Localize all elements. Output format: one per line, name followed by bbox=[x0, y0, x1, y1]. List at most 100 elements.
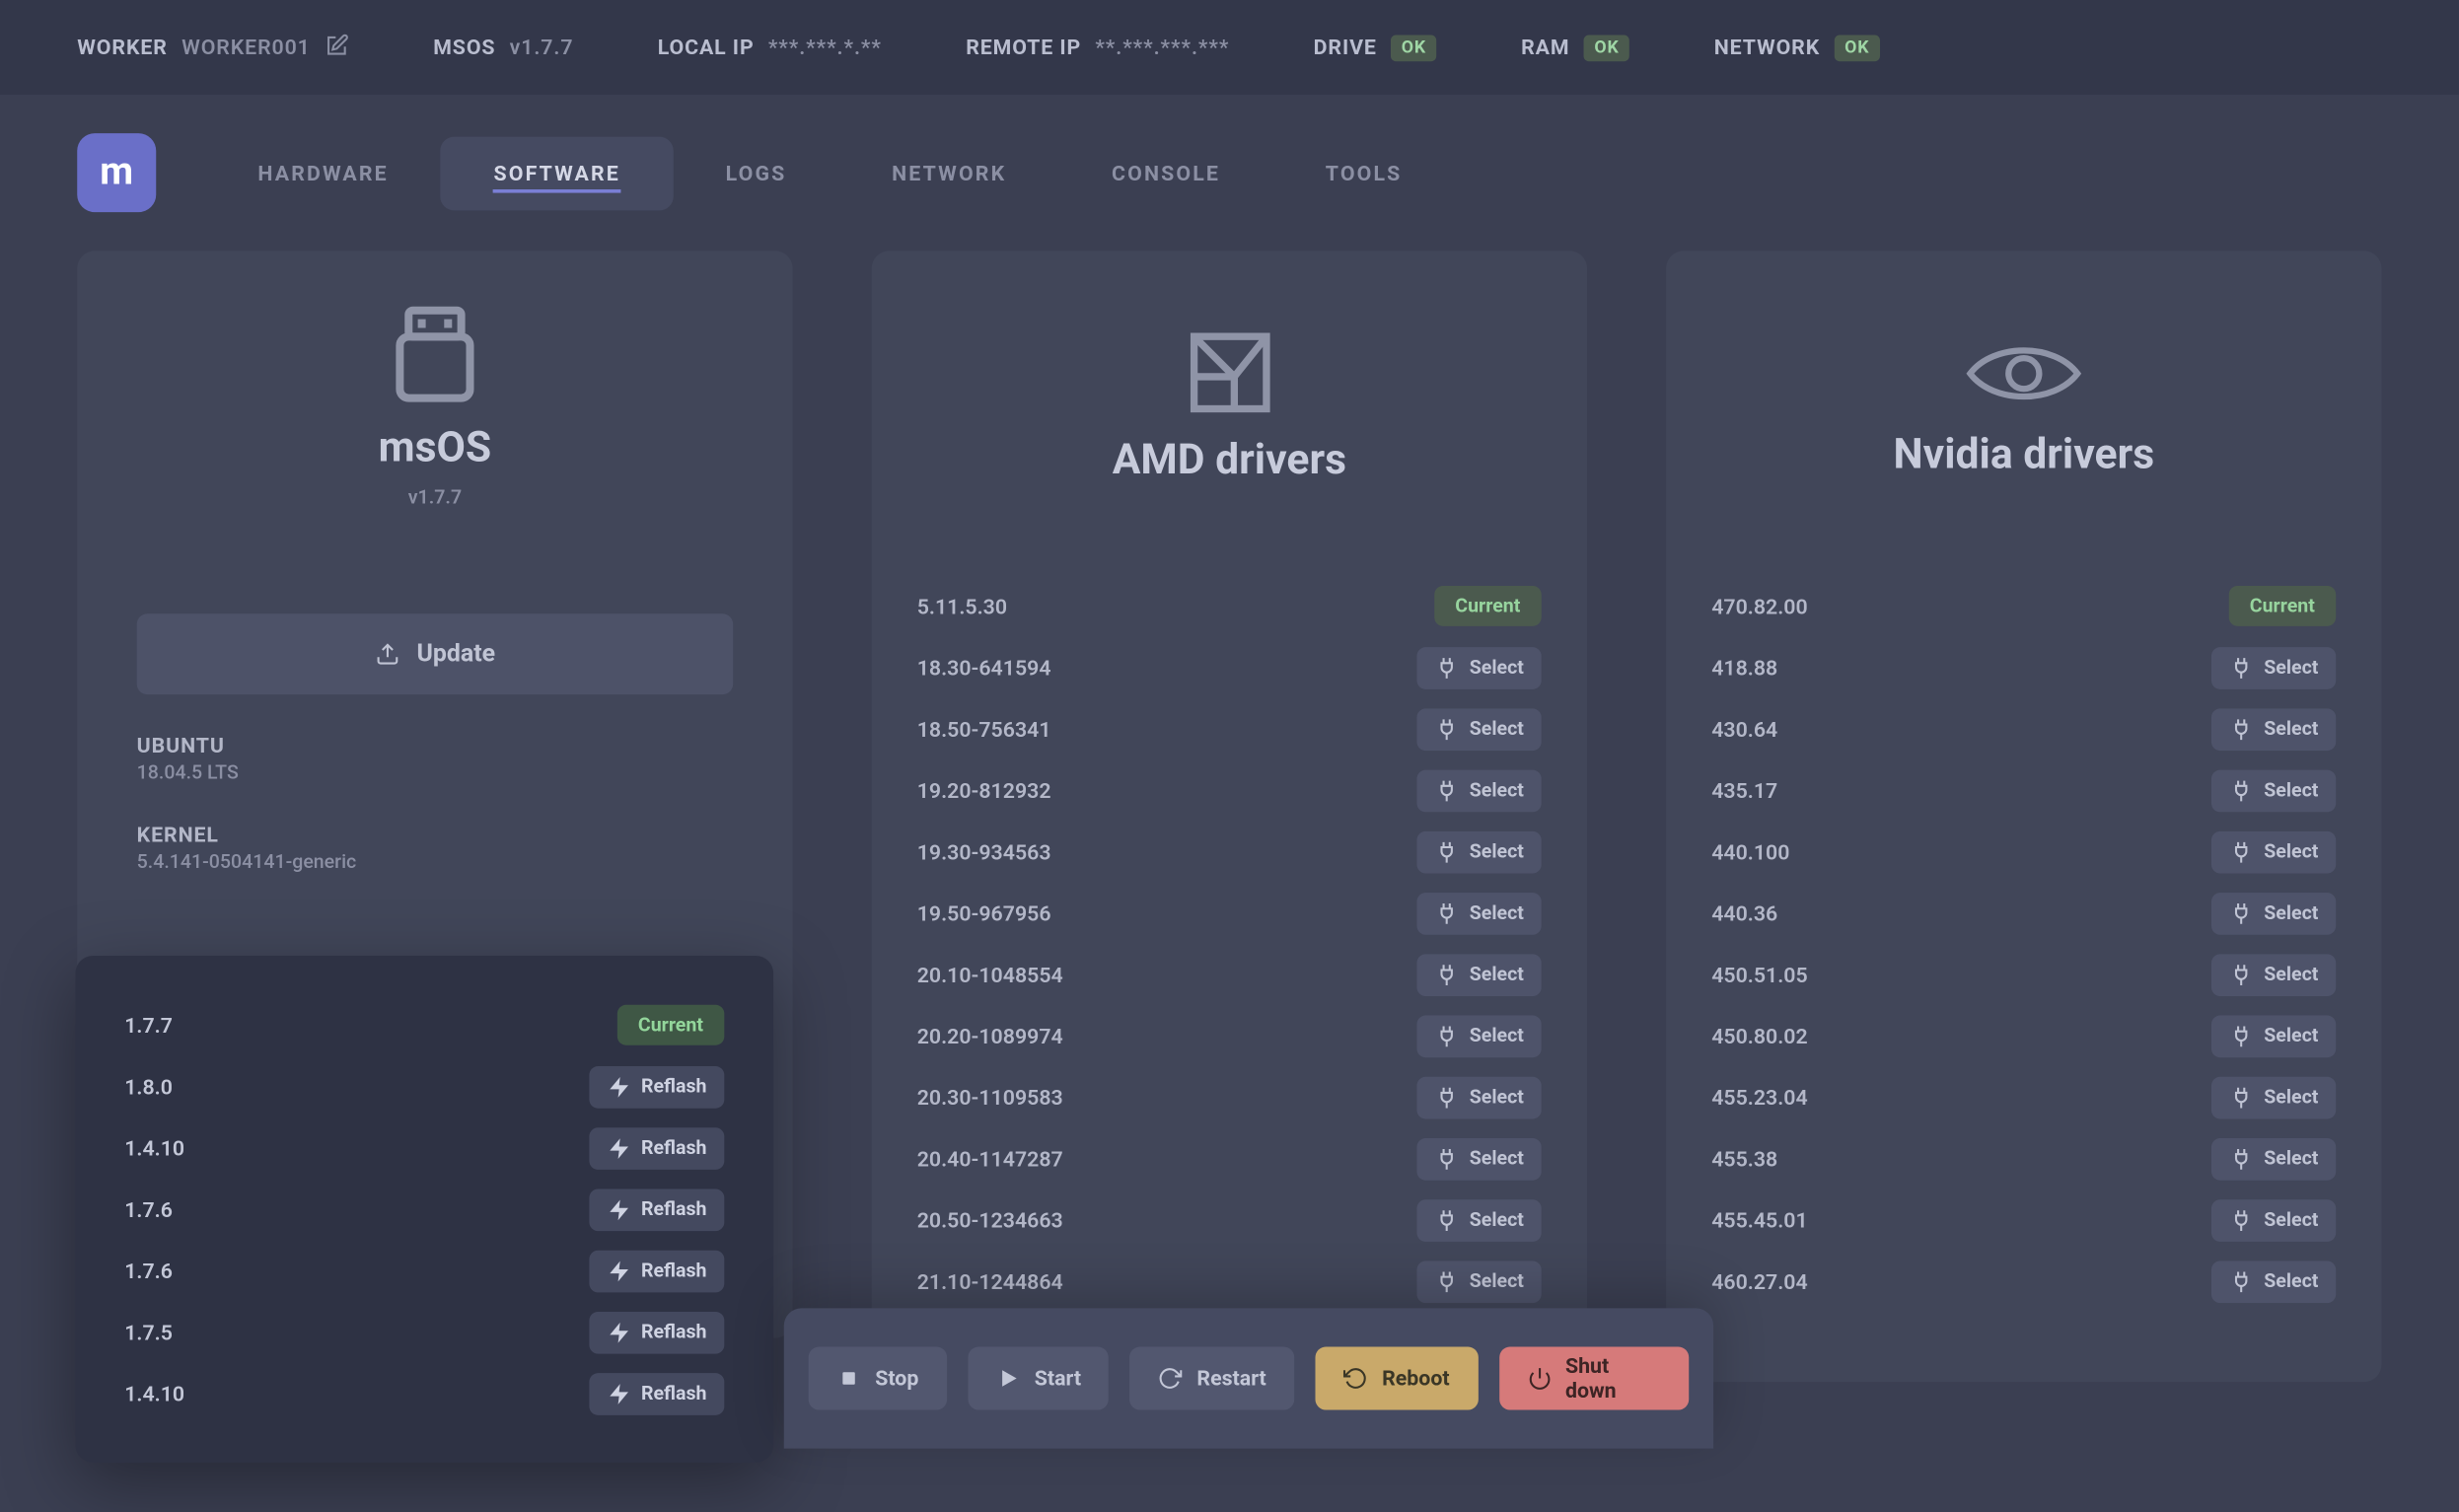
driver-row: 455.38Select bbox=[1711, 1127, 2336, 1188]
select-button[interactable]: Select bbox=[1417, 1137, 1542, 1180]
update-label: Update bbox=[416, 640, 495, 668]
plug-icon bbox=[2229, 962, 2254, 986]
plug-icon bbox=[1434, 1207, 1459, 1232]
select-button[interactable]: Select bbox=[2211, 892, 2336, 934]
driver-version: 20.30-1109583 bbox=[917, 1085, 1063, 1110]
worker-value: WORKER001 bbox=[181, 36, 311, 60]
plug-icon bbox=[1434, 1268, 1459, 1293]
driver-row: 470.82.00Current bbox=[1711, 575, 2336, 636]
start-button[interactable]: Start bbox=[968, 1347, 1109, 1410]
select-label: Select bbox=[2264, 1024, 2318, 1046]
driver-version: 19.50-967956 bbox=[917, 900, 1051, 925]
remoteip-group: REMOTE IP **.***.***.*** bbox=[966, 36, 1229, 60]
current-badge: Current bbox=[2229, 586, 2337, 626]
reflash-button[interactable]: Reflash bbox=[589, 1188, 725, 1231]
bolt-icon bbox=[606, 1135, 630, 1160]
tab-tools[interactable]: TOOLS bbox=[1272, 136, 1454, 210]
select-button[interactable]: Select bbox=[1417, 830, 1542, 873]
start-label: Start bbox=[1035, 1366, 1081, 1391]
popover-row: 1.7.6 Reflash bbox=[124, 1179, 724, 1240]
shutdown-button[interactable]: Shut down bbox=[1498, 1347, 1689, 1410]
update-button[interactable]: Update bbox=[137, 613, 734, 694]
select-button[interactable]: Select bbox=[2211, 830, 2336, 873]
stop-button[interactable]: Stop bbox=[809, 1347, 947, 1410]
tab-network[interactable]: NETWORK bbox=[839, 136, 1059, 210]
select-button[interactable]: Select bbox=[1417, 953, 1542, 995]
select-button[interactable]: Select bbox=[2211, 769, 2336, 812]
kernel-value: 5.4.141-0504141-generic bbox=[137, 850, 734, 873]
popover-version: 1.7.6 bbox=[124, 1196, 173, 1221]
select-button[interactable]: Select bbox=[1417, 646, 1542, 688]
select-button[interactable]: Select bbox=[1417, 707, 1542, 750]
reflash-button[interactable]: Reflash bbox=[589, 1065, 725, 1108]
driver-row: 20.40-1147287Select bbox=[917, 1127, 1542, 1188]
plug-icon bbox=[2229, 1207, 2254, 1232]
reflash-button[interactable]: Reflash bbox=[589, 1311, 725, 1353]
nvidia-driver-list[interactable]: 470.82.00Current418.88Select430.64Select… bbox=[1666, 557, 2381, 1334]
select-button[interactable]: Select bbox=[2211, 953, 2336, 995]
amd-driver-list[interactable]: 5.11.5.30Current18.30-641594Select18.50-… bbox=[872, 557, 1587, 1334]
kernel-block: KERNEL 5.4.141-0504141-generic bbox=[77, 784, 792, 874]
driver-version: 20.10-1048554 bbox=[917, 962, 1063, 986]
select-label: Select bbox=[2264, 963, 2318, 985]
logo-tile[interactable]: m bbox=[77, 133, 156, 212]
reflash-button[interactable]: Reflash bbox=[589, 1372, 725, 1414]
select-label: Select bbox=[2264, 1086, 2318, 1109]
msos-title: msOS bbox=[379, 422, 492, 471]
select-label: Select bbox=[1470, 1269, 1524, 1292]
popover-version: 1.4.10 bbox=[124, 1135, 184, 1160]
select-label: Select bbox=[1470, 778, 1524, 801]
select-button[interactable]: Select bbox=[1417, 892, 1542, 934]
popover-row: 1.7.7Current bbox=[124, 994, 724, 1055]
reflash-button[interactable]: Reflash bbox=[589, 1126, 725, 1169]
plug-icon bbox=[1434, 655, 1459, 680]
select-button[interactable]: Select bbox=[2211, 1137, 2336, 1180]
nav-row: m HARDWARE SOFTWARE LOGS NETWORK CONSOLE… bbox=[0, 95, 2459, 251]
driver-version: 18.30-641594 bbox=[917, 655, 1051, 680]
plug-icon bbox=[1434, 1146, 1459, 1171]
select-button[interactable]: Select bbox=[2211, 1198, 2336, 1241]
tab-software[interactable]: SOFTWARE bbox=[441, 136, 673, 210]
reflash-button[interactable]: Reflash bbox=[589, 1250, 725, 1292]
select-button[interactable]: Select bbox=[2211, 1015, 2336, 1057]
tab-console[interactable]: CONSOLE bbox=[1059, 136, 1273, 210]
select-button[interactable]: Select bbox=[1417, 1260, 1542, 1302]
select-button[interactable]: Select bbox=[2211, 1076, 2336, 1118]
ubuntu-label: UBUNTU bbox=[137, 733, 734, 757]
select-button[interactable]: Select bbox=[2211, 1260, 2336, 1302]
driver-version: 21.10-1244864 bbox=[917, 1268, 1063, 1293]
drive-group: DRIVE OK bbox=[1314, 35, 1437, 61]
driver-row: 455.45.01Select bbox=[1711, 1188, 2336, 1250]
select-button[interactable]: Select bbox=[2211, 646, 2336, 688]
power-icon bbox=[1527, 1366, 1552, 1391]
plug-icon bbox=[2229, 716, 2254, 741]
driver-row: 440.100Select bbox=[1711, 821, 2336, 882]
driver-row: 18.50-756341Select bbox=[917, 698, 1542, 759]
action-bar: Stop Start Restart Reboot Shut down bbox=[784, 1308, 1713, 1448]
current-badge: Current bbox=[617, 1005, 725, 1045]
restart-button[interactable]: Restart bbox=[1130, 1347, 1294, 1410]
bolt-icon bbox=[606, 1074, 630, 1099]
edit-icon[interactable] bbox=[325, 33, 349, 62]
driver-version: 19.20-812932 bbox=[917, 778, 1051, 803]
amd-card: AMD drivers 5.11.5.30Current18.30-641594… bbox=[872, 251, 1587, 1382]
driver-row: 20.10-1048554 Select bbox=[917, 944, 1542, 1005]
bolt-icon bbox=[606, 1196, 630, 1221]
reboot-label: Reboot bbox=[1382, 1366, 1450, 1391]
driver-row: 440.36Select bbox=[1711, 882, 2336, 943]
select-button[interactable]: Select bbox=[1417, 1076, 1542, 1118]
plug-icon bbox=[1434, 1085, 1459, 1110]
reboot-button[interactable]: Reboot bbox=[1316, 1347, 1479, 1410]
driver-version: 455.23.04 bbox=[1711, 1085, 1807, 1110]
tab-hardware[interactable]: HARDWARE bbox=[205, 136, 441, 210]
network-badge: OK bbox=[1834, 35, 1880, 61]
select-button[interactable]: Select bbox=[1417, 1198, 1542, 1241]
select-button[interactable]: Select bbox=[2211, 707, 2336, 750]
popover-version: 1.7.6 bbox=[124, 1259, 173, 1283]
select-button[interactable]: Select bbox=[1417, 1015, 1542, 1057]
version-popover: 1.7.7Current1.8.0Reflash1.4.10Reflash1.7… bbox=[75, 956, 773, 1463]
driver-version: 450.51.05 bbox=[1711, 962, 1807, 986]
tab-logs[interactable]: LOGS bbox=[673, 136, 838, 210]
nvidia-card: Nvidia drivers 470.82.00Current418.88Sel… bbox=[1666, 251, 2381, 1382]
select-button[interactable]: Select bbox=[1417, 769, 1542, 812]
